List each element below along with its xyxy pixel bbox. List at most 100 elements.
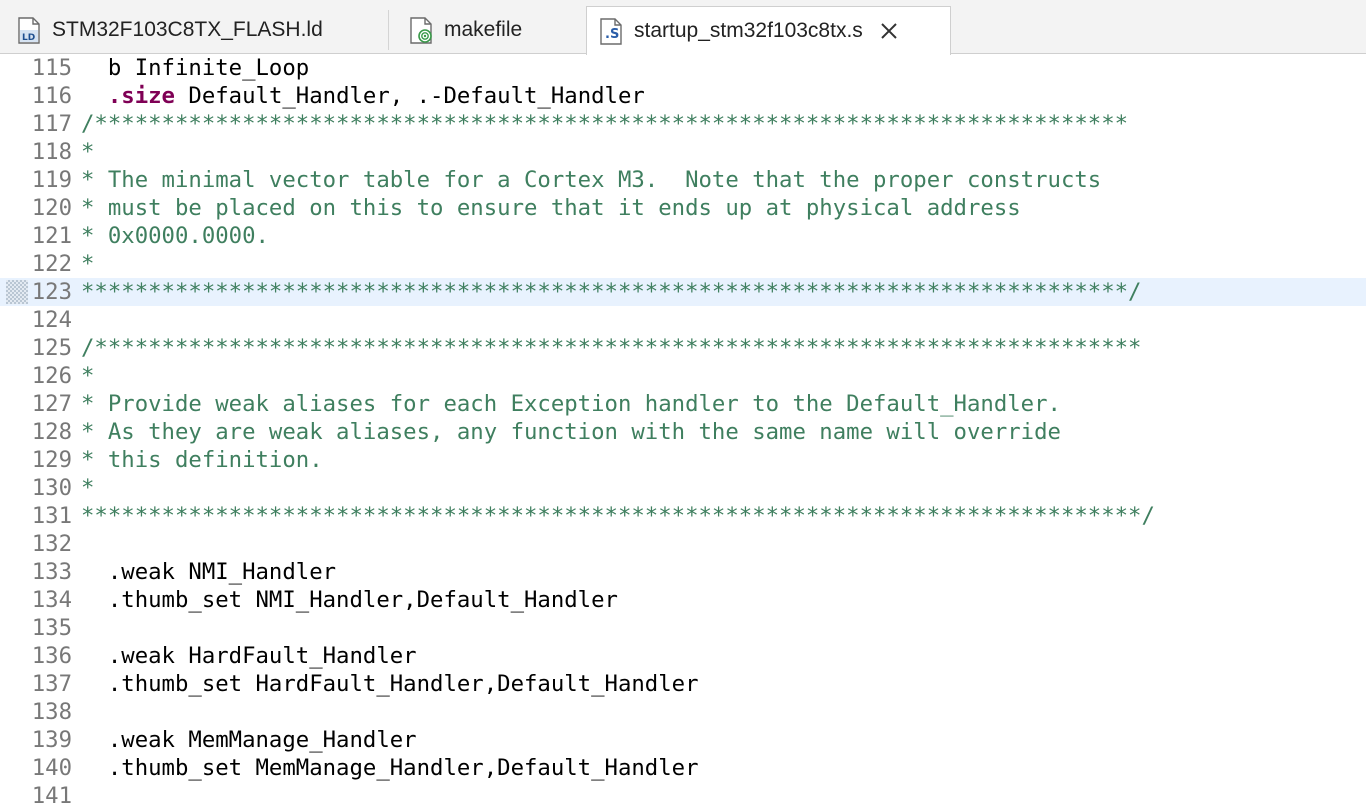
editor-tab-bar: LD STM32F103C8TX_FLASH.ld makefile .S st…: [0, 0, 1366, 55]
code-text: * must be placed on this to ensure that …: [81, 194, 1021, 222]
line-number: 132: [31, 531, 72, 557]
code-line[interactable]: 131 *************************************…: [0, 502, 1366, 530]
makefile-icon: [410, 16, 432, 44]
tab-startup-assembly[interactable]: .S startup_stm32f103c8tx.s: [586, 6, 951, 55]
code-text: .weak NMI_Handler: [81, 558, 336, 586]
code-line[interactable]: 125 /************************************…: [0, 334, 1366, 362]
line-number: 117: [31, 111, 72, 137]
line-number: 115: [31, 55, 72, 81]
plain-code-text: .weak HardFault_Handler: [81, 643, 417, 669]
code-editor[interactable]: 115 b Infinite_Loop 116 .size Default_Han…: [0, 54, 1366, 812]
code-line[interactable]: 117 /************************************…: [0, 110, 1366, 138]
code-line[interactable]: 133 .weak NMI_Handler: [0, 558, 1366, 586]
code-text: * Provide weak aliases for each Exceptio…: [81, 390, 1061, 418]
code-line[interactable]: 127 * Provide weak aliases for each Excep…: [0, 390, 1366, 418]
line-number: 129: [31, 447, 72, 473]
code-line[interactable]: 115 b Infinite_Loop: [0, 54, 1366, 82]
code-line[interactable]: 118 *: [0, 138, 1366, 166]
code-text: .thumb_set MemManage_Handler,Default_Han…: [81, 754, 699, 782]
code-line[interactable]: 129 * this definition.: [0, 446, 1366, 474]
code-text: *: [81, 362, 94, 390]
plain-code-text: .thumb_set MemManage_Handler,Default_Han…: [81, 755, 699, 781]
code-line[interactable]: 130 *: [0, 474, 1366, 502]
line-number: 139: [31, 727, 72, 753]
comment-text: * Provide weak aliases for each Exceptio…: [81, 391, 1061, 417]
code-line[interactable]: 141: [0, 782, 1366, 810]
code-line[interactable]: 124: [0, 306, 1366, 334]
code-text: * this definition.: [81, 446, 323, 474]
comment-text: *: [81, 363, 95, 389]
code-text: ****************************************…: [81, 278, 1142, 306]
line-number: 138: [31, 699, 72, 725]
tab-label: startup_stm32f103c8tx.s: [634, 19, 863, 42]
code-text: .size Default_Handler, .-Default_Handler: [81, 82, 645, 110]
line-number: 134: [31, 587, 72, 613]
line-number: 130: [31, 475, 72, 501]
code-text: .weak MemManage_Handler: [81, 726, 417, 754]
plain-code-text: .weak MemManage_Handler: [81, 727, 417, 753]
code-text: .thumb_set HardFault_Handler,Default_Han…: [81, 670, 699, 698]
comment-text: /***************************************…: [81, 335, 1142, 361]
comment-text: *: [81, 475, 95, 501]
directive-keyword: .size: [107, 83, 175, 109]
code-line[interactable]: 128 * As they are weak aliases, any funct…: [0, 418, 1366, 446]
tab-makefile[interactable]: makefile: [389, 6, 585, 54]
line-number: 128: [31, 419, 72, 445]
code-line[interactable]: 119 * The minimal vector table for a Cort…: [0, 166, 1366, 194]
code-text: /***************************************…: [81, 334, 1142, 362]
code-line[interactable]: 137 .thumb_set HardFault_Handler,Default…: [0, 670, 1366, 698]
code-line[interactable]: 136 .weak HardFault_Handler: [0, 642, 1366, 670]
linker-script-file-icon: LD: [18, 16, 40, 44]
code-line[interactable]: 134 .thumb_set NMI_Handler,Default_Handl…: [0, 586, 1366, 614]
line-number: 124: [31, 307, 72, 333]
line-number: 123: [31, 279, 72, 305]
code-line[interactable]: 135: [0, 614, 1366, 642]
code-line[interactable]: 121 * 0x0000.0000.: [0, 222, 1366, 250]
code-text: ****************************************…: [81, 502, 1155, 530]
code-line[interactable]: 120 * must be placed on this to ensure th…: [0, 194, 1366, 222]
line-number: 116: [31, 83, 72, 109]
line-number: 122: [31, 251, 72, 277]
line-number: 140: [31, 755, 72, 781]
code-text: *: [81, 474, 94, 502]
line-number: 119: [31, 167, 72, 193]
plain-code-text: Default_Handler, .-Default_Handler: [174, 83, 645, 109]
plain-code-text: .thumb_set HardFault_Handler,Default_Han…: [81, 671, 699, 697]
code-line[interactable]: 140 .thumb_set MemManage_Handler,Default…: [0, 754, 1366, 782]
svg-text:.S: .S: [605, 27, 619, 42]
svg-text:LD: LD: [22, 33, 35, 43]
line-number: 137: [31, 671, 72, 697]
code-line[interactable]: 126 *: [0, 362, 1366, 390]
comment-text: /***************************************…: [81, 111, 1129, 137]
line-number: 118: [31, 139, 72, 165]
code-line[interactable]: 138: [0, 698, 1366, 726]
line-number: 131: [31, 503, 72, 529]
line-number: 126: [31, 363, 72, 389]
close-tab-icon[interactable]: [879, 21, 899, 41]
plain-code-text: .weak NMI_Handler: [81, 559, 337, 585]
plain-code-text: .thumb_set NMI_Handler,Default_Handler: [81, 587, 618, 613]
tab-linker-script[interactable]: LD STM32F103C8TX_FLASH.ld: [0, 6, 388, 54]
code-line[interactable]: 116 .size Default_Handler, .-Default_Han…: [0, 82, 1366, 110]
code-line[interactable]: 122 *: [0, 250, 1366, 278]
line-number: 133: [31, 559, 72, 585]
tab-label: makefile: [444, 18, 523, 41]
code-line[interactable]: 132: [0, 530, 1366, 558]
comment-text: * must be placed on this to ensure that …: [81, 195, 1021, 221]
code-text: .weak HardFault_Handler: [81, 642, 417, 670]
code-text: * The minimal vector table for a Cortex …: [81, 166, 1101, 194]
line-number: 136: [31, 643, 72, 669]
code-text: * As they are weak aliases, any function…: [81, 418, 1061, 446]
line-number: 127: [31, 391, 72, 417]
code-line[interactable]: 139 .weak MemManage_Handler: [0, 726, 1366, 754]
code-text: * 0x0000.0000.: [81, 222, 269, 250]
comment-text: * The minimal vector table for a Cortex …: [81, 167, 1102, 193]
comment-text: ****************************************…: [81, 503, 1155, 529]
current-code-line[interactable]: 123 *************************************…: [0, 278, 1366, 306]
tab-label: STM32F103C8TX_FLASH.ld: [52, 18, 323, 41]
code-text: /***************************************…: [81, 110, 1128, 138]
line-number: 125: [31, 335, 72, 361]
code-text: b Infinite_Loop: [81, 54, 309, 82]
comment-text: * 0x0000.0000.: [81, 223, 269, 249]
plain-code-text: b Infinite_Loop: [81, 55, 310, 81]
